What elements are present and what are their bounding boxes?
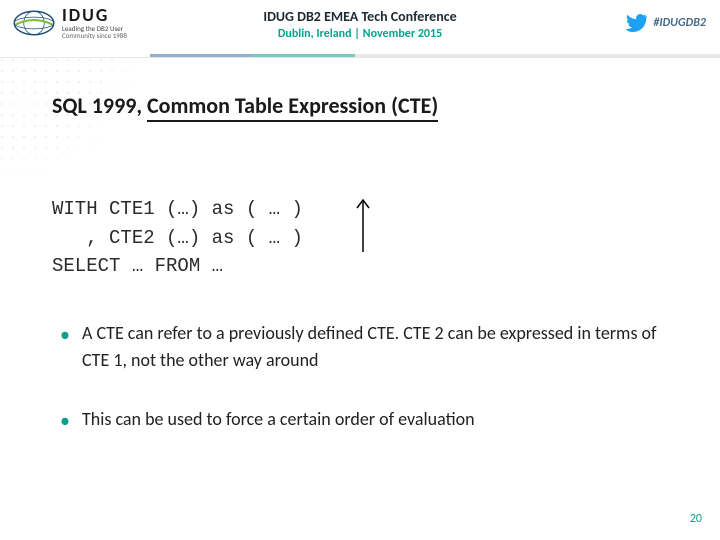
hashtag-text: #IDUGDB2 (653, 16, 706, 30)
logo-text: IDUG Leading the DB2 User Community sinc… (62, 6, 127, 40)
slide: IDUG Leading the DB2 User Community sinc… (0, 0, 720, 540)
arrow-up-icon (355, 196, 371, 252)
code-line-2: , CTE2 (…) as ( … ) (52, 227, 303, 249)
brand-tag-2: Community since 1988 (62, 32, 127, 39)
conference-title-block: IDUG DB2 EMEA Tech Conference Dublin, Ir… (263, 8, 456, 41)
hashtag: #IDUGDB2 (625, 14, 706, 32)
globe-icon (12, 7, 56, 39)
bullet-item: A CTE can refer to a previously defined … (60, 320, 660, 374)
brand-name: IDUG (62, 6, 127, 25)
header: IDUG Leading the DB2 User Community sinc… (0, 0, 720, 58)
title-prefix: SQL 1999, (52, 92, 147, 119)
page-number: 20 (690, 512, 702, 526)
code-line-1: WITH CTE1 (…) as ( … ) (52, 198, 303, 220)
conference-location: Dublin, Ireland | November 2015 (263, 27, 456, 41)
title-underlined: Common Table Expression (CTE) (147, 92, 438, 122)
page-title: SQL 1999, Common Table Expression (CTE) (52, 92, 438, 119)
twitter-bird-icon (625, 14, 647, 32)
logo: IDUG Leading the DB2 User Community sinc… (12, 6, 127, 40)
bullet-list: A CTE can refer to a previously defined … (60, 320, 660, 465)
conference-title: IDUG DB2 EMEA Tech Conference (263, 8, 456, 25)
header-accent-bar (150, 54, 720, 57)
bullet-item: This can be used to force a certain orde… (60, 406, 660, 433)
code-line-3: SELECT … FROM … (52, 255, 223, 277)
code-block: WITH CTE1 (…) as ( … ) , CTE2 (…) as ( …… (52, 195, 303, 281)
